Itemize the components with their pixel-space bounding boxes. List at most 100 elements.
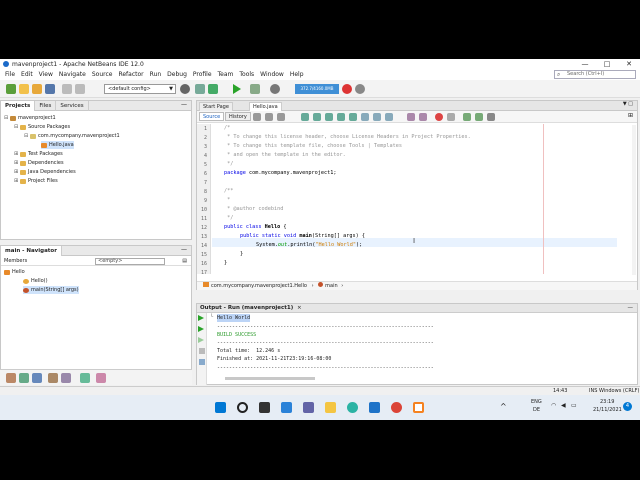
- editor-scrollbar[interactable]: [632, 125, 636, 275]
- open-project-icon[interactable]: [32, 84, 42, 94]
- nonpublic-filter-icon[interactable]: [32, 373, 42, 383]
- code-line-4[interactable]: * and open the template in the editor.: [224, 151, 346, 160]
- code-line-14[interactable]: System.out.println("Hello World");: [256, 241, 362, 250]
- clock-time[interactable]: 23:19: [600, 399, 614, 405]
- store-icon[interactable]: [369, 402, 380, 413]
- wifi-icon[interactable]: ◠: [551, 402, 556, 409]
- code-line-1[interactable]: /*: [224, 124, 230, 133]
- expand-icon[interactable]: ⊟: [24, 132, 29, 140]
- menu-profile[interactable]: Profile: [190, 71, 215, 78]
- keyboard-layout[interactable]: DE: [533, 407, 540, 413]
- minimize-panel-icon[interactable]: —: [628, 304, 634, 313]
- tab-projects[interactable]: Projects: [1, 100, 36, 111]
- rerun-icon[interactable]: [198, 315, 204, 321]
- expand-icon[interactable]: ⊞: [14, 150, 19, 158]
- expand-icon[interactable]: ⊟: [14, 123, 19, 131]
- settings-icon[interactable]: [199, 359, 205, 365]
- battery-icon[interactable]: ▭: [571, 402, 577, 409]
- close-tab-icon[interactable]: ×: [297, 305, 302, 311]
- sort-icon[interactable]: [61, 373, 71, 383]
- menu-file[interactable]: File: [2, 71, 18, 78]
- nav-item-main-method[interactable]: main(String[] args): [23, 286, 79, 294]
- uncomment-icon[interactable]: [475, 113, 483, 121]
- tab-navigator[interactable]: main - Navigator: [1, 245, 62, 256]
- tree-item-hello-java[interactable]: Hello.java: [41, 141, 74, 149]
- file-explorer-icon[interactable]: [325, 402, 336, 413]
- widgets-icon[interactable]: [281, 402, 292, 413]
- code-line-10[interactable]: * @author codebind: [224, 205, 283, 214]
- rerun-goals-icon[interactable]: [198, 326, 204, 332]
- nav-item-class[interactable]: Hello: [4, 268, 25, 276]
- minimize-panel-icon[interactable]: —: [181, 246, 187, 253]
- tray-chevron-icon[interactable]: ^: [500, 402, 507, 411]
- shift-left-icon[interactable]: [407, 113, 415, 121]
- close-button[interactable]: ✕: [618, 59, 640, 69]
- output-hello[interactable]: Hello World: [217, 314, 251, 322]
- menu-run[interactable]: Run: [147, 71, 165, 78]
- code-line-15[interactable]: }: [240, 250, 243, 259]
- menu-tools[interactable]: Tools: [236, 71, 257, 78]
- netbeans-taskbar-icon[interactable]: [413, 402, 424, 413]
- history-button[interactable]: History: [225, 112, 251, 121]
- tree-item-test-packages[interactable]: ⊞ Test Packages: [14, 150, 63, 158]
- windows-start-icon[interactable]: [215, 402, 226, 413]
- menu-refactor[interactable]: Refactor: [115, 71, 146, 78]
- menu-edit[interactable]: Edit: [18, 71, 36, 78]
- redo-icon[interactable]: [75, 84, 85, 94]
- menu-window[interactable]: Window: [257, 71, 287, 78]
- tree-item-dependencies[interactable]: ⊞ Dependencies: [14, 159, 64, 167]
- save-all-icon[interactable]: [45, 84, 55, 94]
- filter-select[interactable]: <empty>: [95, 258, 165, 265]
- stop-macro-icon[interactable]: [447, 113, 455, 121]
- code-line-12[interactable]: public class Hello {: [224, 223, 286, 232]
- next-bookmark-icon[interactable]: [373, 113, 381, 121]
- expand-icon[interactable]: ⊟: [4, 114, 9, 122]
- tree-item-project[interactable]: ⊟ mavenproject1: [4, 114, 56, 122]
- tree-item-package[interactable]: ⊟ com.mycompany.mavenproject1: [24, 132, 120, 140]
- new-file-icon[interactable]: [19, 84, 29, 94]
- last-edit-icon[interactable]: [253, 113, 261, 121]
- forward-icon[interactable]: [277, 113, 285, 121]
- filter-icon[interactable]: ▤: [182, 257, 187, 266]
- code-line-8[interactable]: /**: [224, 187, 233, 196]
- code-line-9[interactable]: *: [224, 196, 230, 205]
- menu-source[interactable]: Source: [89, 71, 116, 78]
- settings-icon[interactable]: [355, 84, 365, 94]
- memory-indicator[interactable]: 372.7/4160.0MB: [295, 84, 339, 94]
- prev-bookmark-icon[interactable]: [361, 113, 369, 121]
- tabs-menu-icon[interactable]: ▼ □: [623, 101, 633, 107]
- volume-icon[interactable]: ◀: [561, 402, 566, 409]
- expand-icon[interactable]: ⊞: [14, 177, 19, 185]
- teams-chat-icon[interactable]: [303, 402, 314, 413]
- shift-right-icon[interactable]: [419, 113, 427, 121]
- toggle-rect-icon[interactable]: [349, 113, 357, 121]
- output-tab-title[interactable]: Output - Run (mavenproject1): [200, 305, 293, 311]
- find-icon[interactable]: [301, 113, 309, 121]
- new-project-icon[interactable]: [6, 84, 16, 94]
- minimize-panel-icon[interactable]: —: [181, 101, 187, 108]
- stop-icon[interactable]: [199, 348, 205, 354]
- clean-build-icon[interactable]: [208, 84, 218, 94]
- fields-filter-icon[interactable]: [6, 373, 16, 383]
- start-macro-icon[interactable]: [435, 113, 443, 121]
- expand-icon[interactable]: ⊞: [14, 159, 19, 167]
- tree-item-source-packages[interactable]: ⊟ Source Packages: [14, 123, 70, 131]
- code-line-3[interactable]: * To change this template file, choose T…: [224, 142, 402, 151]
- back-icon[interactable]: [265, 113, 273, 121]
- comment-icon[interactable]: [463, 113, 471, 121]
- menu-view[interactable]: View: [36, 71, 56, 78]
- menu-help[interactable]: Help: [287, 71, 307, 78]
- config-select[interactable]: <default config> ▼: [104, 84, 176, 94]
- find-next-icon[interactable]: [325, 113, 333, 121]
- output-horizontal-scrollbar[interactable]: [225, 377, 315, 380]
- profile-icon[interactable]: [270, 84, 280, 94]
- menu-navigate[interactable]: Navigate: [56, 71, 89, 78]
- clock-date[interactable]: 21/11/2021: [593, 407, 622, 413]
- sort-alpha-icon[interactable]: [80, 373, 90, 383]
- edge-browser-icon[interactable]: [347, 402, 358, 413]
- undo-icon[interactable]: [62, 84, 72, 94]
- gc-icon[interactable]: [342, 84, 352, 94]
- expand-editor-icon[interactable]: [487, 113, 495, 121]
- breadcrumb-class[interactable]: com.mycompany.mavenproject1.Hello: [211, 283, 307, 289]
- code-line-5[interactable]: */: [224, 160, 233, 169]
